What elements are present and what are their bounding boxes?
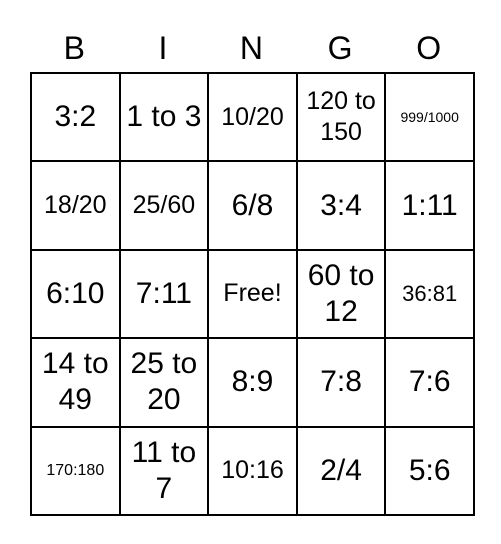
header-letter-n: N bbox=[239, 30, 264, 66]
bingo-cell[interactable]: 8:9 bbox=[207, 337, 298, 428]
bingo-cell[interactable]: 5:6 bbox=[384, 425, 475, 516]
bingo-cell[interactable]: 7:8 bbox=[295, 337, 387, 428]
bingo-cell[interactable]: 7:6 bbox=[384, 337, 475, 428]
bingo-cell[interactable]: 1 to 3 bbox=[118, 71, 210, 163]
bingo-cell[interactable]: 120 to 150 bbox=[295, 71, 387, 163]
bingo-cell[interactable]: 25/60 bbox=[118, 160, 210, 251]
bingo-cell[interactable]: 10:16 bbox=[207, 425, 298, 516]
bingo-cell[interactable]: 36:81 bbox=[384, 248, 475, 340]
bingo-cell[interactable]: 7:11 bbox=[118, 248, 210, 340]
grid-row: 170:180 11 to 7 10:16 2/4 5:6 bbox=[30, 425, 475, 516]
bingo-cell[interactable]: 60 to 12 bbox=[295, 248, 387, 340]
bingo-cell[interactable]: 999/1000 bbox=[384, 71, 475, 163]
bingo-cell[interactable]: 14 to 49 bbox=[30, 337, 121, 428]
grid-row: 14 to 49 25 to 20 8:9 7:8 7:6 bbox=[30, 337, 475, 428]
bingo-header: B I N G O bbox=[30, 26, 473, 70]
bingo-cell[interactable]: 1:11 bbox=[384, 160, 475, 251]
free-cell[interactable]: Free! bbox=[207, 248, 298, 340]
grid-row: 6:10 7:11 Free! 60 to 12 36:81 bbox=[30, 248, 475, 340]
bingo-cell[interactable]: 18/20 bbox=[30, 160, 121, 251]
bingo-cell[interactable]: 6:10 bbox=[30, 248, 121, 340]
bingo-cell[interactable]: 3:2 bbox=[30, 71, 121, 163]
bingo-cell[interactable]: 2/4 bbox=[295, 425, 387, 516]
header-letter-o: O bbox=[416, 30, 442, 66]
header-letter-i: I bbox=[158, 30, 168, 66]
bingo-cell[interactable]: 10/20 bbox=[207, 71, 298, 163]
bingo-cell[interactable]: 6/8 bbox=[207, 160, 298, 251]
grid-row: 18/20 25/60 6/8 3:4 1:11 bbox=[30, 160, 475, 251]
bingo-cell[interactable]: 3:4 bbox=[295, 160, 387, 251]
bingo-cell[interactable]: 170:180 bbox=[30, 425, 121, 516]
bingo-cell[interactable]: 25 to 20 bbox=[118, 337, 210, 428]
header-letter-b: B bbox=[63, 30, 85, 66]
header-letter-g: G bbox=[327, 30, 353, 66]
bingo-cell[interactable]: 11 to 7 bbox=[118, 425, 210, 516]
grid-row: 3:2 1 to 3 10/20 120 to 150 999/1000 bbox=[30, 71, 475, 163]
bingo-grid: 3:2 1 to 3 10/20 120 to 150 999/1000 18/… bbox=[30, 71, 475, 516]
